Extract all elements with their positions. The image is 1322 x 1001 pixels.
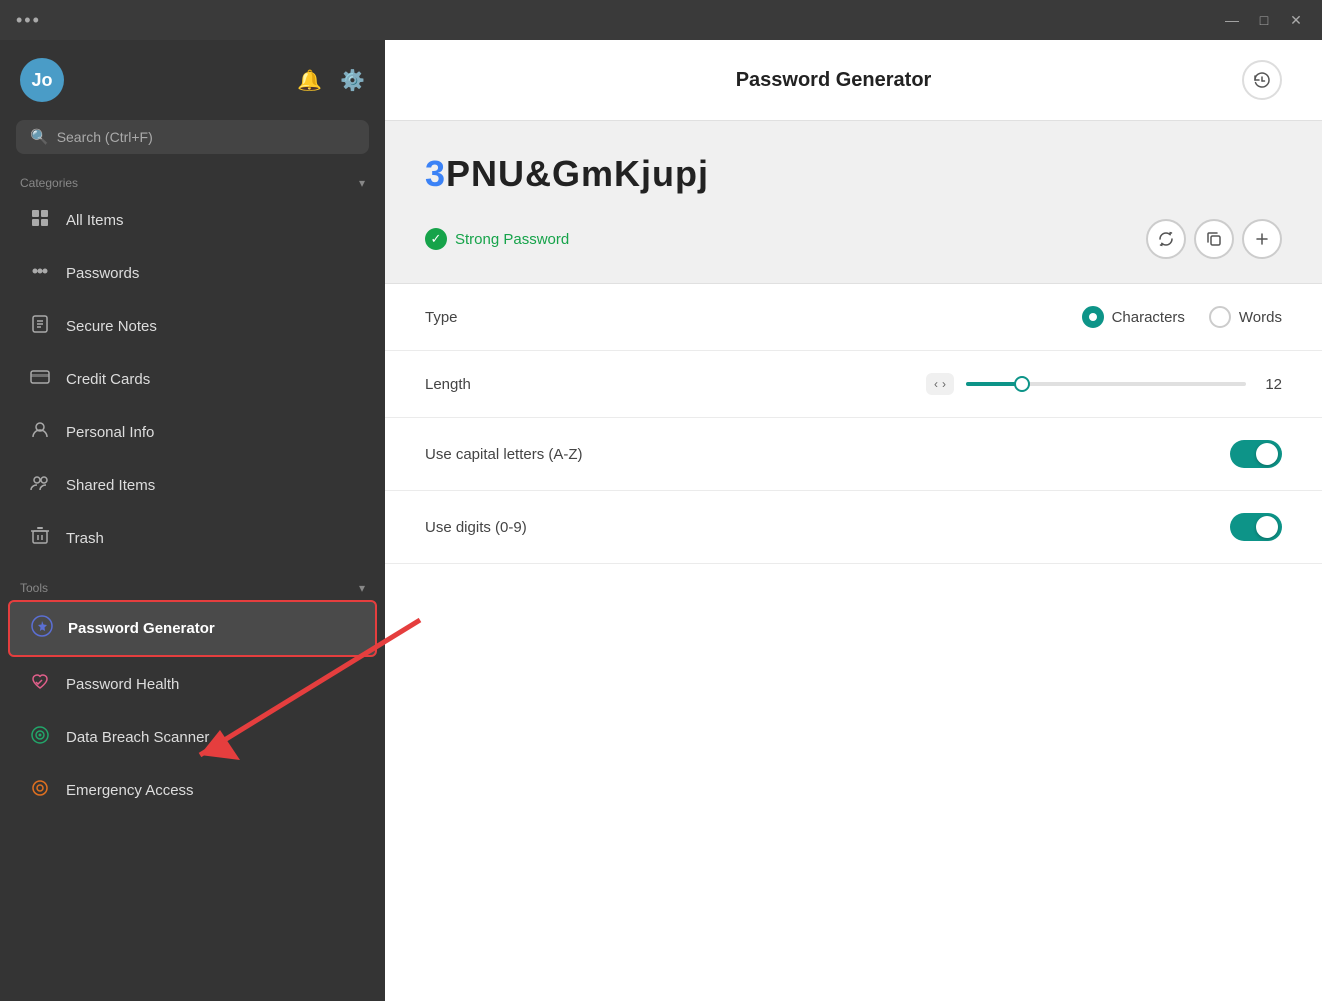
settings-icon[interactable]: ⚙️ bbox=[340, 68, 365, 93]
ring-icon bbox=[28, 778, 52, 803]
sidebar-item-credit-cards[interactable]: Credit Cards bbox=[8, 354, 377, 405]
sidebar-item-emergency-access[interactable]: Emergency Access bbox=[8, 765, 377, 816]
titlebar-controls: — □ ✕ bbox=[1222, 12, 1306, 29]
strength-label: Strong Password bbox=[455, 231, 569, 248]
sidebar-item-label-all-items: All Items bbox=[66, 212, 124, 229]
sidebar-item-shared-items[interactable]: Shared Items bbox=[8, 460, 377, 511]
content-header: Password Generator bbox=[385, 40, 1322, 121]
minimize-button[interactable]: — bbox=[1222, 12, 1242, 28]
search-bar[interactable]: 🔍 Search (Ctrl+F) bbox=[16, 120, 369, 154]
grid-icon bbox=[28, 208, 52, 233]
sidebar-item-all-items[interactable]: All Items bbox=[8, 195, 377, 246]
sidebar-item-label-personal-info: Personal Info bbox=[66, 424, 154, 441]
page-title: Password Generator bbox=[736, 69, 932, 92]
type-setting-row: Type Characters Words bbox=[385, 284, 1322, 351]
main-layout: Jo 🔔 ⚙️ 🔍 Search (Ctrl+F) Categories ▾ A… bbox=[0, 40, 1322, 1001]
length-slider[interactable] bbox=[966, 382, 1246, 386]
slider-thumb bbox=[1014, 376, 1030, 392]
words-radio-label: Words bbox=[1239, 309, 1282, 326]
words-radio[interactable]: Words bbox=[1209, 306, 1282, 328]
type-label: Type bbox=[425, 309, 458, 326]
categories-chevron-icon[interactable]: ▾ bbox=[359, 176, 365, 190]
sidebar-header: Jo 🔔 ⚙️ bbox=[0, 40, 385, 112]
note-icon bbox=[28, 314, 52, 339]
action-buttons bbox=[1146, 219, 1282, 259]
sidebar-icons: 🔔 ⚙️ bbox=[297, 68, 365, 93]
sidebar-item-password-generator[interactable]: Password Generator bbox=[8, 600, 377, 657]
capital-letters-row: Use capital letters (A-Z) bbox=[385, 418, 1322, 491]
left-arrow-icon: ‹ bbox=[934, 377, 938, 391]
capital-letters-toggle[interactable] bbox=[1230, 440, 1282, 468]
tools-chevron-icon[interactable]: ▾ bbox=[359, 581, 365, 595]
sidebar-item-trash[interactable]: Trash bbox=[8, 513, 377, 564]
maximize-button[interactable]: □ bbox=[1254, 12, 1274, 28]
target-icon bbox=[28, 725, 52, 750]
trash-icon bbox=[28, 526, 52, 551]
people-icon bbox=[28, 473, 52, 498]
length-setting-row: Length ‹ › 12 bbox=[385, 351, 1322, 418]
add-button[interactable] bbox=[1242, 219, 1282, 259]
notification-icon[interactable]: 🔔 bbox=[297, 68, 322, 93]
credit-card-icon bbox=[28, 367, 52, 392]
generated-password: 3PNU&GmKjupj bbox=[425, 153, 1282, 195]
digits-row: Use digits (0-9) bbox=[385, 491, 1322, 564]
person-icon bbox=[28, 420, 52, 445]
length-value: 12 bbox=[1258, 376, 1282, 393]
categories-section-label: Categories ▾ bbox=[0, 170, 385, 194]
regenerate-button[interactable] bbox=[1146, 219, 1186, 259]
sidebar-item-password-health[interactable]: Password Health bbox=[8, 659, 377, 710]
close-button[interactable]: ✕ bbox=[1286, 12, 1306, 29]
capital-letters-label: Use capital letters (A-Z) bbox=[425, 446, 583, 463]
characters-radio-circle[interactable] bbox=[1082, 306, 1104, 328]
length-label: Length bbox=[425, 376, 471, 393]
sidebar-item-label-secure-notes: Secure Notes bbox=[66, 318, 157, 335]
heart-icon bbox=[28, 672, 52, 697]
content-area: Password Generator 3PNU&GmKjupj ✓ Strong… bbox=[385, 40, 1322, 1001]
passwords-icon bbox=[28, 261, 52, 286]
digits-label: Use digits (0-9) bbox=[425, 519, 527, 536]
settings-area: Type Characters Words Length bbox=[385, 284, 1322, 1001]
sidebar-item-data-breach[interactable]: Data Breach Scanner bbox=[8, 712, 377, 763]
digits-toggle[interactable] bbox=[1230, 513, 1282, 541]
slider-arrows[interactable]: ‹ › bbox=[926, 373, 954, 395]
right-arrow-icon: › bbox=[942, 377, 946, 391]
copy-button[interactable] bbox=[1194, 219, 1234, 259]
sidebar-item-label-trash: Trash bbox=[66, 530, 104, 547]
sidebar-item-label-data-breach: Data Breach Scanner bbox=[66, 729, 209, 746]
strength-check-icon: ✓ bbox=[425, 228, 447, 250]
sidebar-item-label-emergency-access: Emergency Access bbox=[66, 782, 194, 799]
password-display-area: 3PNU&GmKjupj ✓ Strong Password bbox=[385, 121, 1322, 284]
sidebar-item-label-shared-items: Shared Items bbox=[66, 477, 155, 494]
password-main: PNU&GmKjupj bbox=[446, 153, 709, 194]
slider-control: ‹ › 12 bbox=[926, 373, 1282, 395]
sidebar-item-label-passwords: Passwords bbox=[66, 265, 139, 282]
sidebar-item-secure-notes[interactable]: Secure Notes bbox=[8, 301, 377, 352]
strength-badge: ✓ Strong Password bbox=[425, 228, 569, 250]
password-prefix: 3 bbox=[425, 153, 446, 194]
sidebar-item-personal-info[interactable]: Personal Info bbox=[8, 407, 377, 458]
characters-radio-label: Characters bbox=[1112, 309, 1185, 326]
characters-radio[interactable]: Characters bbox=[1082, 306, 1185, 328]
search-icon: 🔍 bbox=[30, 128, 49, 146]
sidebar-item-passwords[interactable]: Passwords bbox=[8, 248, 377, 299]
sidebar-item-label-password-generator: Password Generator bbox=[68, 620, 215, 637]
sidebar-item-label-credit-cards: Credit Cards bbox=[66, 371, 150, 388]
words-radio-circle[interactable] bbox=[1209, 306, 1231, 328]
star-circle-icon bbox=[30, 615, 54, 642]
password-footer: ✓ Strong Password bbox=[425, 219, 1282, 259]
titlebar: ••• — □ ✕ bbox=[0, 0, 1322, 40]
sidebar-item-label-password-health: Password Health bbox=[66, 676, 179, 693]
avatar[interactable]: Jo bbox=[20, 58, 64, 102]
search-placeholder-text: Search (Ctrl+F) bbox=[57, 129, 153, 145]
titlebar-dots: ••• bbox=[16, 10, 41, 31]
type-radio-group: Characters Words bbox=[1082, 306, 1282, 328]
sidebar: Jo 🔔 ⚙️ 🔍 Search (Ctrl+F) Categories ▾ A… bbox=[0, 40, 385, 1001]
tools-section-label: Tools ▾ bbox=[0, 575, 385, 599]
history-button[interactable] bbox=[1242, 60, 1282, 100]
